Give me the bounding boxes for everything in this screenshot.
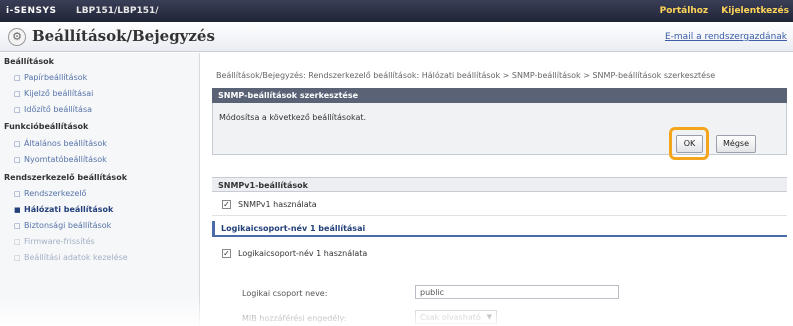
mib-access-label: MIB hozzáférési engedély: [242, 314, 347, 323]
sidebar-item-firmware[interactable]: □ Firmware-frissítés [14, 237, 95, 246]
community-section-header: Logikaicsoport-név 1 beállításai [212, 221, 787, 237]
sidebar-section-management: Rendszerkezelő beállítások [4, 173, 128, 182]
breadcrumb: Beállítások/Bejegyzés: Rendszerkezelő be… [216, 71, 716, 80]
snmpv1-row: ✓ SNMPv1 használata [212, 192, 787, 216]
sidebar-item-timer[interactable]: □ Időzítő beállítása [14, 105, 92, 114]
snmpv1-checkbox[interactable]: ✓ [222, 200, 231, 209]
cancel-button[interactable]: Mégse [716, 135, 756, 153]
logout-link[interactable]: Kijelentkezés [721, 6, 789, 16]
sidebar-item-display[interactable]: □ Kijelző beállításai [14, 89, 93, 98]
sidebar-item-label: Papírbeállítások [24, 73, 88, 82]
sidebar: Beállítások □ Papírbeállítások □ Kijelző b… [0, 53, 200, 326]
ok-highlight [669, 127, 709, 160]
panel-message: Módosítsa a következő beállításokat. [219, 113, 367, 122]
printer-model: LBP151/LBP151/ [76, 6, 159, 16]
bullet-icon: □ [14, 238, 21, 246]
community-name-label: Logikai csoport neve: [242, 289, 328, 298]
sidebar-item-label: Időzítő beállítása [24, 105, 93, 114]
community-use-label: Logikaicsoport-név 1 használata [238, 249, 368, 258]
community-use-checkbox[interactable]: ✓ [222, 249, 231, 258]
bullet-icon: □ [14, 74, 21, 82]
settings-icon: ⚙ [8, 28, 26, 46]
mail-admin-link[interactable]: E-mail a rendszergazdának [665, 32, 787, 42]
bullet-icon: ■ [14, 206, 21, 214]
sidebar-item-network[interactable]: ■ Hálózati beállítások [14, 205, 113, 214]
sidebar-section-settings: Beállítások [4, 57, 54, 66]
panel-title: SNMP-beállítások szerkesztése [212, 88, 787, 103]
sidebar-item-label: Rendszerkezelő [24, 189, 87, 198]
sidebar-item-label: Nyomtatóbeállítások [24, 155, 107, 164]
snmpv1-label: SNMPv1 használata [238, 200, 317, 209]
community-name-input[interactable]: public [415, 285, 619, 299]
bullet-icon: □ [14, 106, 21, 114]
sidebar-item-security[interactable]: □ Biztonsági beállítások [14, 221, 111, 230]
title-bar: ⚙ Beállítások/Bejegyzés E-mail a rendsze… [0, 22, 793, 52]
sidebar-item-label: Általános beállítások [24, 139, 107, 148]
sidebar-item-printer[interactable]: □ Nyomtatóbeállítások [14, 155, 107, 164]
sidebar-section-functions: Funkcióbeállítások [4, 122, 89, 131]
sidebar-item-data-management[interactable]: □ Beállítási adatok kezelése [14, 253, 128, 262]
community-use-row: ✓ Logikaicsoport-név 1 használata [212, 241, 787, 265]
mib-access-select[interactable]: Csak olvasható ▼ [415, 310, 497, 324]
bullet-icon: □ [14, 90, 21, 98]
snmpv1-section-header: SNMPv1-beállítások [212, 177, 787, 192]
sidebar-item-label: Firmware-frissítés [24, 237, 95, 246]
sidebar-item-general[interactable]: □ Általános beállítások [14, 139, 107, 148]
mib-access-value: Csak olvasható [420, 313, 481, 322]
portal-link[interactable]: Portálhoz [660, 6, 709, 16]
top-links: Portálhoz Kijelentkezés [650, 6, 789, 16]
page-title: Beállítások/Bejegyzés [32, 27, 215, 45]
bullet-icon: □ [14, 190, 21, 198]
main-content: Beállítások/Bejegyzés: Rendszerkezelő be… [202, 53, 793, 326]
brand-logo: i-SENSYS [6, 6, 57, 16]
sidebar-item-paper[interactable]: □ Papírbeállítások [14, 73, 87, 82]
sidebar-item-label: Biztonsági beállítások [24, 221, 112, 230]
bullet-icon: □ [14, 254, 21, 262]
chevron-down-icon: ▼ [486, 313, 492, 321]
top-bar: i-SENSYS LBP151/LBP151/ Portálhoz Kijele… [0, 0, 793, 22]
bullet-icon: □ [14, 140, 21, 148]
bullet-icon: □ [14, 222, 21, 230]
sidebar-item-label: Beállítási adatok kezelése [24, 253, 128, 262]
sidebar-item-administrator[interactable]: □ Rendszerkezelő [14, 189, 86, 198]
bullet-icon: □ [14, 156, 21, 164]
sidebar-item-label: Kijelző beállításai [24, 89, 94, 98]
sidebar-item-label: Hálózati beállítások [24, 205, 114, 214]
